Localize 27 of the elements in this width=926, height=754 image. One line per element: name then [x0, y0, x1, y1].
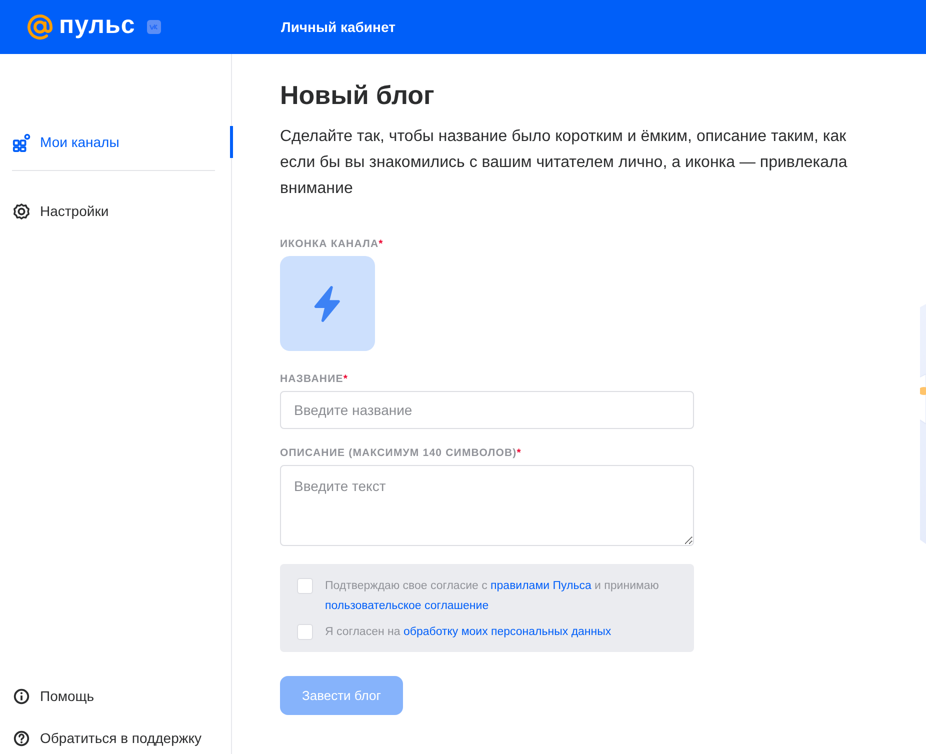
at-sign-logo-icon — [27, 14, 53, 40]
vk-badge-icon — [147, 20, 162, 34]
sidebar-item[interactable]: Мои каналы — [0, 126, 233, 158]
description-field[interactable]: Введите текст — [280, 465, 694, 546]
sidebar-item[interactable]: Обратиться в поддержку — [0, 722, 233, 754]
form-heading: Новый блог — [280, 79, 436, 112]
field-label: ИКОНКА КАНАЛА* — [280, 238, 384, 250]
checkbox[interactable] — [297, 624, 313, 640]
grid-icon — [12, 132, 31, 152]
gear-icon — [12, 202, 31, 220]
sidebar-item[interactable]: Помощь — [0, 680, 233, 712]
consent-text: Подтверждаю свое согласие с правилами Пульса и принимаю пользовательское соглашение — [325, 579, 660, 614]
question-icon — [12, 728, 31, 748]
info-icon — [12, 686, 31, 706]
consent-link[interactable]: обработку моих персональных данных — [403, 626, 612, 638]
logo-text: пульс — [59, 10, 136, 40]
field-label: ОПИСАНИЕ (МАКСИМУМ 140 СИМВОЛОВ)* — [280, 447, 522, 459]
checkbox[interactable] — [297, 578, 313, 594]
page-title: Личный кабинет — [281, 19, 396, 35]
name-field[interactable]: Введите название — [280, 391, 694, 429]
field-label: НАЗВАНИЕ* — [280, 373, 350, 385]
consent-link[interactable]: правилами Пульса — [490, 580, 592, 592]
consent-link[interactable]: пользовательское соглашение — [325, 600, 489, 612]
channel-icon-picker[interactable] — [280, 256, 375, 351]
intro-text: Сделайте так, чтобы название было коротким и ёмким, описание таким, как если бы вы знакомились с вашим читателем лично, а иконка — привлекала внимание — [280, 127, 848, 199]
sidebar-item[interactable]: Настройки — [0, 195, 233, 227]
consent-text: Я согласен на обработку моих персональных данных — [325, 625, 612, 640]
